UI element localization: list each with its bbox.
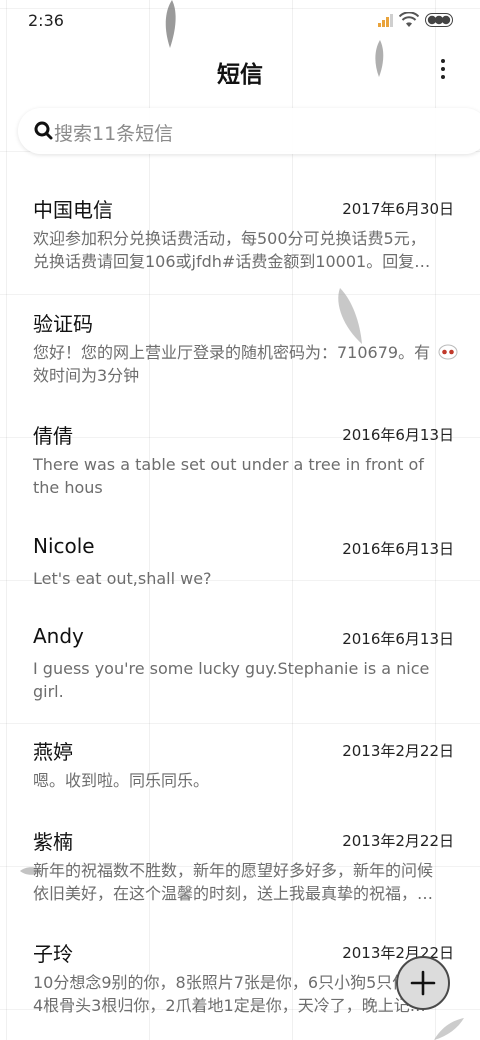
message-sender: 验证码 bbox=[33, 312, 93, 336]
message-sender: Nicole bbox=[33, 534, 95, 558]
search-bar[interactable]: 搜索11条短信 bbox=[18, 108, 480, 154]
message-preview: Let's eat out,shall we? bbox=[33, 569, 212, 588]
status-time: 2:36 bbox=[28, 11, 64, 30]
message-preview: 10分想念9别的你，8张照片7张是你，6只小狗5只像你，4根骨头3根归你，2爪着… bbox=[33, 973, 441, 1015]
message-sender: 紫楠 bbox=[33, 830, 73, 854]
more-vertical-icon-dot bbox=[441, 75, 445, 79]
message-sender: 燕婷 bbox=[33, 740, 73, 764]
search-icon bbox=[34, 121, 53, 140]
more-vertical-icon bbox=[441, 59, 445, 63]
message-sender: Andy bbox=[33, 624, 84, 648]
wifi-icon bbox=[399, 12, 419, 27]
message-preview: I guess you're some lucky guy.Stephanie … bbox=[33, 659, 430, 701]
message-sender: 子玲 bbox=[33, 942, 73, 966]
message-sender: 中国电信 bbox=[33, 198, 113, 222]
message-preview: 欢迎参加积分兑换话费活动，每500分可兑换话费5元，兑换话费请回复106或jfd… bbox=[33, 229, 431, 271]
feather-decoration bbox=[434, 1018, 464, 1040]
message-date: 2016年6月13日 bbox=[342, 630, 454, 648]
message-preview: 您好！您的网上营业厅登录的随机密码为：710679。有效时间为3分钟 bbox=[33, 343, 431, 385]
message-date: 2013年2月22日 bbox=[342, 742, 454, 760]
page-title: 短信 bbox=[217, 62, 263, 88]
message-date: 2013年2月22日 bbox=[342, 832, 454, 850]
search-input[interactable]: 搜索11条短信 bbox=[54, 119, 173, 146]
more-options-button[interactable] bbox=[432, 56, 456, 84]
message-sender: 倩倩 bbox=[33, 424, 73, 448]
message-preview: 新年的祝福数不胜数，新年的愿望好多好多，新年的问候依旧美好，在这个温馨的时刻，送… bbox=[33, 861, 434, 903]
message-date: 2016年6月13日 bbox=[342, 540, 454, 558]
battery-icon bbox=[425, 13, 453, 27]
signal-icon bbox=[378, 14, 394, 27]
message-preview: There was a table set out under a tree i… bbox=[33, 455, 424, 497]
message-date: 2017年6月30日 bbox=[342, 200, 454, 218]
status-bar: 2:36 bbox=[0, 0, 480, 40]
verification-code-icon bbox=[438, 344, 458, 360]
message-preview: 嗯。收到啦。同乐同乐。 bbox=[33, 771, 210, 790]
message-date: 2016年6月13日 bbox=[342, 426, 454, 444]
compose-button[interactable] bbox=[396, 956, 450, 1010]
feather-decoration bbox=[338, 288, 362, 344]
more-vertical-icon-dot bbox=[441, 67, 445, 71]
plus-icon bbox=[410, 970, 436, 996]
